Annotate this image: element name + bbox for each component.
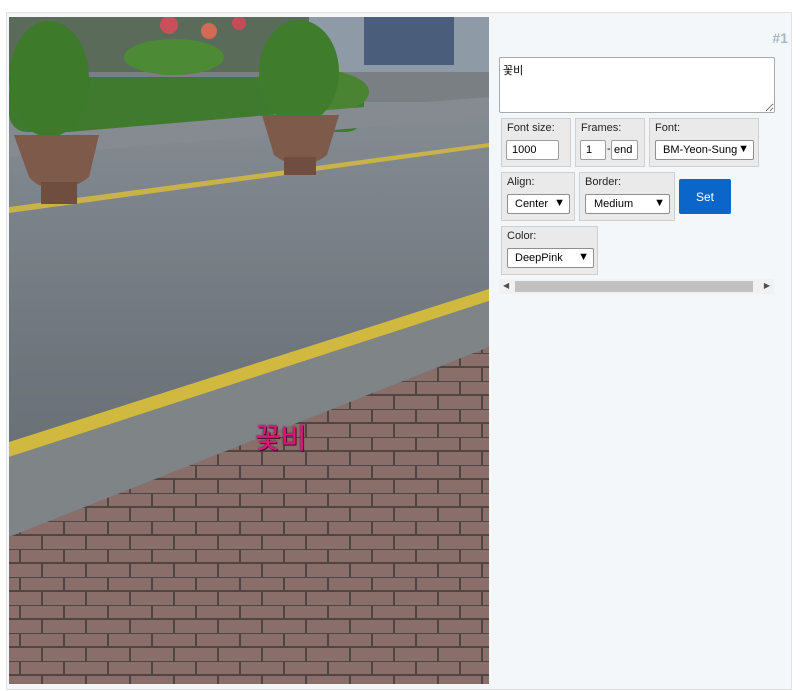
image-preview: 꽃비 <box>9 17 489 684</box>
font-label: Font: <box>655 122 681 134</box>
scroll-left-icon[interactable]: ◀ <box>503 281 509 290</box>
frames-start-input[interactable]: 1 <box>580 140 606 160</box>
border-label: Border: <box>585 176 622 188</box>
font-select[interactable]: BM-Yeon-Sung ▼ <box>655 140 754 160</box>
caption-overlay: 꽃비 <box>255 422 307 455</box>
chevron-down-icon: ▼ <box>554 197 565 209</box>
align-select[interactable]: Center ▼ <box>507 194 570 214</box>
align-group: Align: Center ▼ <box>501 172 575 221</box>
street-photo <box>9 17 489 684</box>
align-label: Align: <box>507 176 535 188</box>
chevron-down-icon: ▼ <box>578 251 589 263</box>
scrollbar-thumb[interactable] <box>515 281 753 292</box>
color-group: Color: DeepPink ▼ <box>501 226 598 275</box>
color-select-value: DeepPink <box>515 252 563 264</box>
color-label: Color: <box>507 230 537 242</box>
scroll-right-icon[interactable]: ▶ <box>764 281 770 290</box>
horizontal-scrollbar[interactable]: ◀ ▶ <box>499 279 774 294</box>
align-select-value: Center <box>515 198 549 210</box>
set-button[interactable]: Set <box>679 179 731 214</box>
font-size-group: Font size: 1000 <box>501 118 571 167</box>
chevron-down-icon: ▼ <box>654 197 665 209</box>
chevron-down-icon: ▼ <box>738 143 749 155</box>
border-select[interactable]: Medium ▼ <box>585 194 670 214</box>
font-size-label: Font size: <box>507 122 555 134</box>
border-select-value: Medium <box>594 198 634 210</box>
frames-label: Frames: <box>581 122 622 134</box>
font-select-value: BM-Yeon-Sung <box>663 144 738 156</box>
frames-group: Frames: 1 - end <box>575 118 645 167</box>
font-group: Font: BM-Yeon-Sung ▼ <box>649 118 759 167</box>
panel-number: #1 <box>772 30 788 46</box>
color-select[interactable]: DeepPink ▼ <box>507 248 594 268</box>
font-size-input[interactable]: 1000 <box>506 140 559 160</box>
border-group: Border: Medium ▼ <box>579 172 675 221</box>
caption-text-input[interactable]: 꽃비 <box>499 57 775 113</box>
frames-end-input[interactable]: end <box>611 140 638 160</box>
